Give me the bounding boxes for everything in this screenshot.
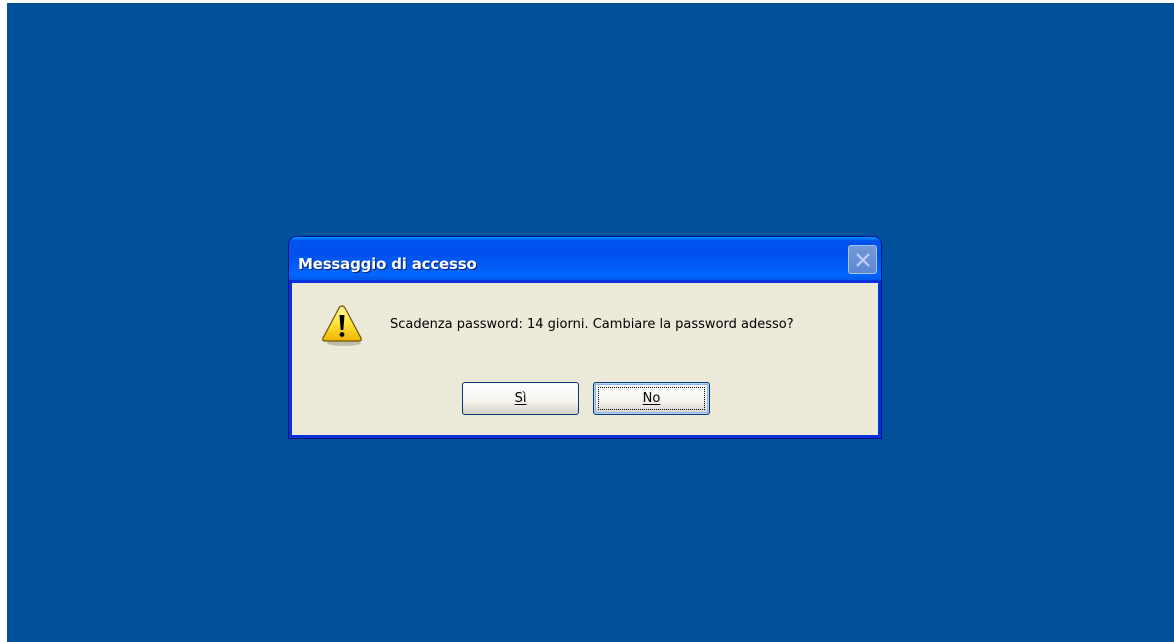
close-button[interactable]	[848, 245, 877, 274]
dialog-body: Scadenza password: 14 giorni. Cambiare l…	[292, 283, 878, 435]
warning-icon	[322, 305, 362, 346]
yes-button-label: Sì	[514, 391, 527, 406]
dialog-title: Messaggio di accesso	[298, 255, 477, 273]
dialog-titlebar[interactable]: Messaggio di accesso	[289, 237, 881, 280]
yes-button[interactable]: Sì	[462, 382, 579, 415]
no-button[interactable]: No	[593, 382, 710, 415]
no-button-label: No	[642, 391, 661, 406]
dialog-message: Scadenza password: 14 giorni. Cambiare l…	[390, 317, 794, 332]
login-message-dialog: Messaggio di accesso Scadenza password: …	[289, 237, 881, 438]
close-icon	[856, 253, 870, 267]
